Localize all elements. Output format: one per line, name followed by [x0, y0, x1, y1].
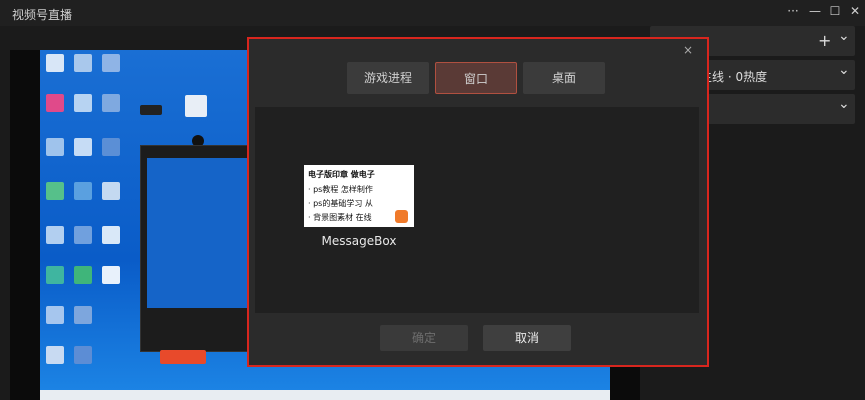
- desktop-icon: [46, 94, 64, 112]
- desktop-icon: [102, 138, 120, 156]
- tab-window[interactable]: 窗口: [435, 62, 517, 94]
- thumbnail-text: · ps教程 怎样制作: [308, 185, 373, 194]
- desktop-icon: [46, 182, 64, 200]
- desktop-icon: [46, 54, 64, 72]
- chevron-down-icon[interactable]: ⌄: [838, 28, 850, 44]
- more-icon[interactable]: ···: [784, 4, 802, 18]
- desktop-icon: [46, 266, 64, 284]
- desktop-icon: [74, 182, 92, 200]
- thumbnail-text: · 背景图素材 在线: [308, 213, 372, 222]
- desktop-icon: [102, 54, 120, 72]
- chevron-down-icon[interactable]: ⌄: [838, 62, 850, 78]
- desktop-icon: [74, 226, 92, 244]
- title-bar: 视频号直播 ··· — ☐ ✕: [0, 0, 865, 26]
- thumbnail-text: 电子版印章 做电子: [308, 170, 375, 179]
- desktop-icon: [46, 226, 64, 244]
- minimize-icon[interactable]: —: [806, 4, 824, 18]
- maximize-icon[interactable]: ☐: [826, 4, 844, 18]
- desktop-icon: [102, 226, 120, 244]
- window-capture-dialog: × 游戏进程 窗口 桌面 电子版印章 做电子 · ps教程 怎样制作 · ps的…: [247, 37, 709, 367]
- desktop-icon: [185, 95, 207, 117]
- tab-desktop[interactable]: 桌面: [523, 62, 605, 94]
- app-badge-icon: [395, 210, 408, 223]
- desktop-icon: [74, 138, 92, 156]
- close-icon[interactable]: ✕: [846, 4, 864, 18]
- window-thumbnail[interactable]: 电子版印章 做电子 · ps教程 怎样制作 · ps的基础学习 从 · 背景图素…: [304, 165, 414, 227]
- confirm-button[interactable]: 确定: [380, 325, 468, 351]
- desktop-icon: [102, 266, 120, 284]
- close-icon[interactable]: ×: [683, 43, 693, 57]
- taskbar: [40, 390, 610, 400]
- desktop-icon: [46, 306, 64, 324]
- app-title: 视频号直播: [12, 8, 73, 22]
- cancel-button[interactable]: 取消: [483, 325, 571, 351]
- desktop-icon: [74, 346, 92, 364]
- chevron-down-icon[interactable]: ⌄: [838, 96, 850, 112]
- thumbnail-text: · ps的基础学习 从: [308, 199, 373, 208]
- desktop-icon: [102, 94, 120, 112]
- status-text: 主线 · 0热度: [700, 70, 768, 84]
- window-label[interactable]: MessageBox: [304, 234, 414, 248]
- window-list: 电子版印章 做电子 · ps教程 怎样制作 · ps的基础学习 从 · 背景图素…: [255, 107, 699, 313]
- desktop-icon: [74, 54, 92, 72]
- tab-game-process[interactable]: 游戏进程: [347, 62, 429, 94]
- desktop-icon: [46, 346, 64, 364]
- desktop-icon: [140, 105, 162, 115]
- desktop-icon: [74, 266, 92, 284]
- desktop-icon: [46, 138, 64, 156]
- live-badge: [160, 350, 206, 364]
- desktop-icon: [74, 94, 92, 112]
- add-icon[interactable]: +: [818, 31, 831, 50]
- desktop-icon: [102, 182, 120, 200]
- desktop-icon: [74, 306, 92, 324]
